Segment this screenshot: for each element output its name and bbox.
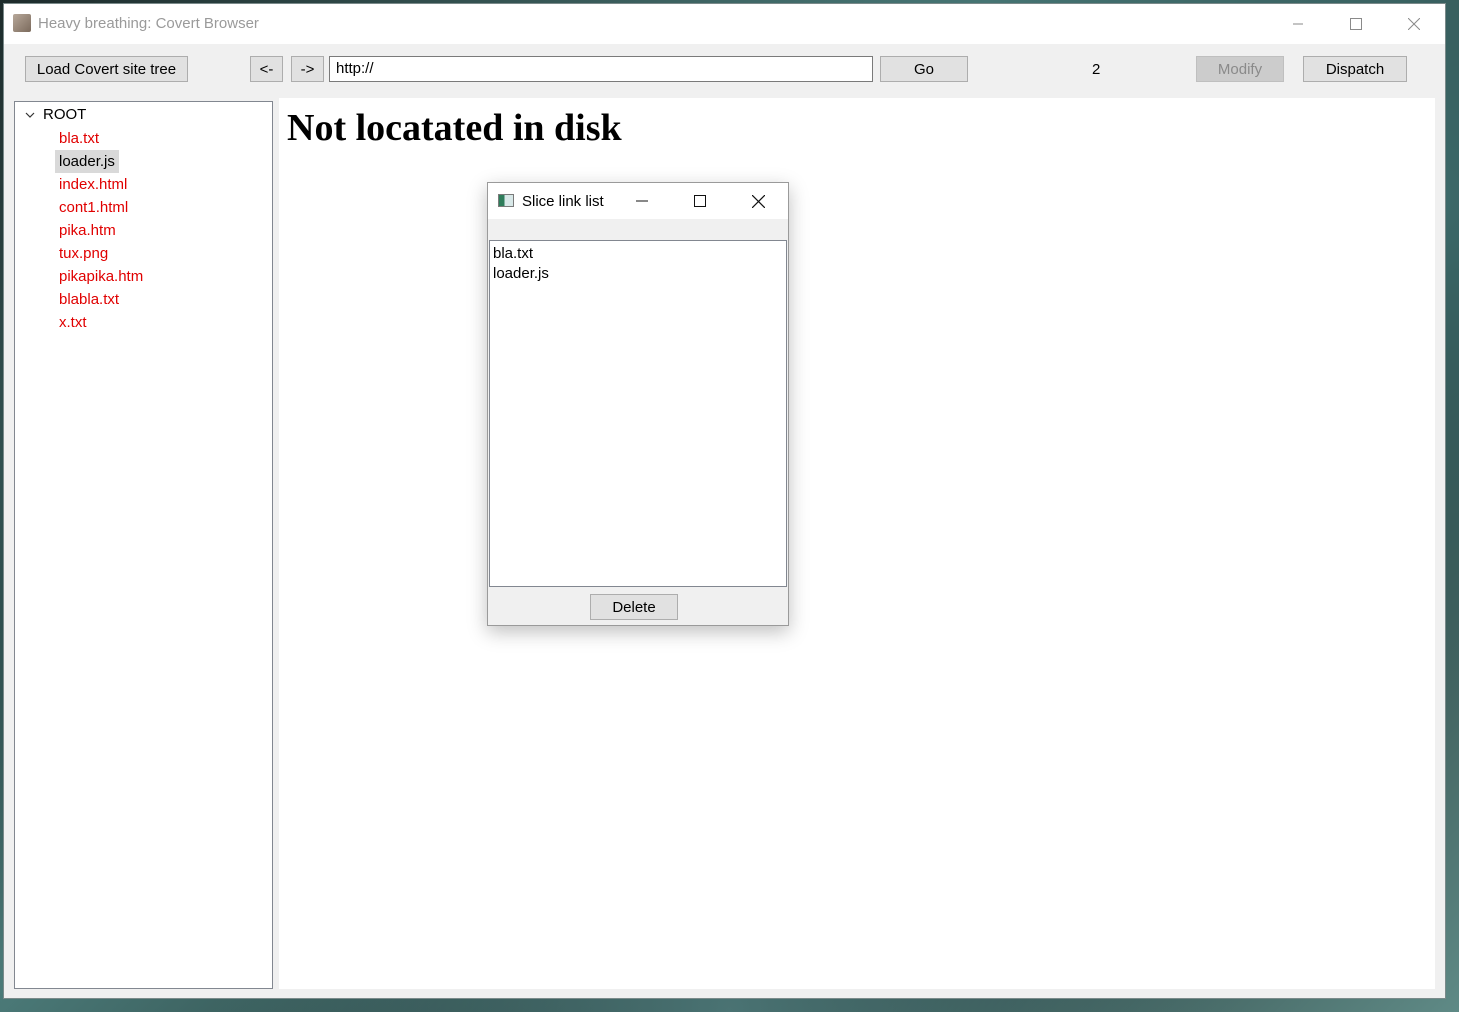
tree-item[interactable]: index.html bbox=[55, 173, 131, 196]
dialog-title: Slice link list bbox=[522, 193, 604, 210]
tree-items: bla.txt loader.js index.html cont1.html pika… bbox=[55, 127, 147, 334]
close-icon bbox=[1408, 18, 1420, 30]
dialog-minimize-button[interactable] bbox=[613, 183, 671, 219]
dispatch-button[interactable]: Dispatch bbox=[1303, 56, 1407, 82]
tree-item[interactable]: cont1.html bbox=[55, 196, 132, 219]
close-icon bbox=[751, 194, 765, 208]
minimize-button[interactable] bbox=[1269, 4, 1327, 44]
tree-item[interactable]: bla.txt bbox=[55, 127, 103, 150]
url-input[interactable]: http:// bbox=[329, 56, 873, 82]
back-button[interactable]: <- bbox=[250, 56, 283, 82]
list-item[interactable]: bla.txt bbox=[493, 244, 783, 264]
minimize-icon bbox=[1293, 23, 1303, 25]
dialog-maximize-button[interactable] bbox=[671, 183, 729, 219]
delete-button[interactable]: Delete bbox=[590, 594, 678, 620]
title-bar: Heavy breathing: Covert Browser bbox=[4, 4, 1445, 44]
modify-button[interactable]: Modify bbox=[1196, 56, 1284, 82]
counter-label: 2 bbox=[1092, 61, 1101, 78]
tree-item[interactable]: x.txt bbox=[55, 311, 91, 334]
maximize-icon bbox=[1350, 18, 1362, 30]
site-tree[interactable]: ROOT bla.txt loader.js index.html cont1.htm… bbox=[14, 101, 273, 989]
close-button[interactable] bbox=[1385, 4, 1443, 44]
maximize-icon bbox=[694, 195, 706, 207]
list-item[interactable]: loader.js bbox=[493, 264, 783, 284]
minimize-icon bbox=[636, 200, 648, 202]
tree-item[interactable]: pikapika.htm bbox=[55, 265, 147, 288]
tree-root[interactable]: ROOT bbox=[25, 106, 86, 123]
page-heading: Not locatated in disk bbox=[287, 107, 622, 149]
dialog-close-button[interactable] bbox=[729, 183, 787, 219]
forward-button[interactable]: -> bbox=[291, 56, 324, 82]
content-pane: Not locatated in disk bbox=[279, 98, 1435, 989]
window-title: Heavy breathing: Covert Browser bbox=[38, 15, 259, 32]
slice-link-listbox[interactable]: bla.txt loader.js bbox=[489, 240, 787, 587]
dialog-title-bar: Slice link list bbox=[488, 183, 788, 219]
chevron-down-icon[interactable] bbox=[25, 110, 35, 120]
dialog-window-icon bbox=[498, 194, 514, 207]
tree-item[interactable]: pika.htm bbox=[55, 219, 120, 242]
tree-root-label: ROOT bbox=[43, 106, 87, 123]
tree-item[interactable]: blabla.txt bbox=[55, 288, 123, 311]
tree-item[interactable]: tux.png bbox=[55, 242, 112, 265]
maximize-button[interactable] bbox=[1327, 4, 1385, 44]
load-site-tree-button[interactable]: Load Covert site tree bbox=[25, 56, 188, 82]
tree-item[interactable]: loader.js bbox=[55, 150, 119, 173]
slice-link-dialog: Slice link list bla.txt loader.js Delete bbox=[487, 182, 789, 626]
go-button[interactable]: Go bbox=[880, 56, 968, 82]
app-icon bbox=[13, 14, 31, 32]
